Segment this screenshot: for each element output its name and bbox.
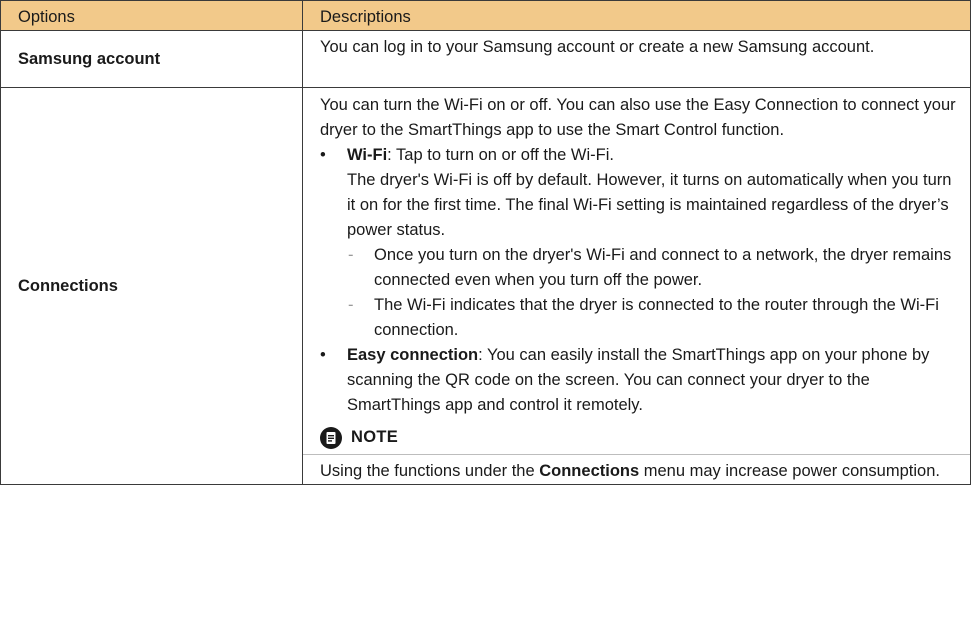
description-text: You can log in to your Samsung account o… xyxy=(320,38,875,56)
note-heading: NOTE xyxy=(320,425,956,450)
bullet-marker: • xyxy=(320,346,326,364)
dash-marker: - xyxy=(348,296,354,314)
option-samsung-account: Samsung account xyxy=(0,30,303,88)
note-text-before: Using the functions under the xyxy=(320,462,540,480)
note-text-after: menu may increase power consumption. xyxy=(639,462,940,480)
dash-marker: - xyxy=(348,246,354,264)
bullet-marker: • xyxy=(320,146,326,164)
settings-table: Options Descriptions Samsung account You… xyxy=(0,0,971,485)
bullet-text-wifi: : Tap to turn on or off the Wi-Fi. xyxy=(387,146,614,164)
description-connections: You can turn the Wi-Fi on or off. You ca… xyxy=(302,87,971,485)
description-samsung-account: You can log in to your Samsung account o… xyxy=(302,30,971,88)
note-title: NOTE xyxy=(351,428,399,446)
bullet-wifi: • Wi-Fi: Tap to turn on or off the Wi-Fi… xyxy=(320,143,956,243)
table-row: Samsung account You can log in to your S… xyxy=(0,30,971,88)
note-divider xyxy=(303,454,970,455)
sub-item-wifi-indicator: - The Wi-Fi indicates that the dryer is … xyxy=(320,293,956,343)
descriptions-header: Descriptions xyxy=(302,0,971,31)
sub-item-text: The Wi-Fi indicates that the dryer is co… xyxy=(374,296,939,339)
table-row: Connections You can turn the Wi-Fi on or… xyxy=(0,87,971,485)
note-term: Connections xyxy=(539,462,640,480)
option-connections: Connections xyxy=(0,87,303,485)
table-header-row: Options Descriptions xyxy=(0,0,971,31)
bullet-term-easy-connection: Easy connection xyxy=(347,346,479,364)
connections-intro: You can turn the Wi-Fi on or off. You ca… xyxy=(320,96,956,139)
sub-item-text: Once you turn on the dryer's Wi-Fi and c… xyxy=(374,246,952,289)
options-header: Options xyxy=(0,0,303,31)
bullet-easy-connection: • Easy connection: You can easily instal… xyxy=(320,343,956,418)
note-icon xyxy=(320,426,342,449)
bullet-extra-wifi: The dryer's Wi-Fi is off by default. How… xyxy=(347,171,952,239)
note-text: Using the functions under the Connection… xyxy=(320,459,956,484)
bullet-term-wifi: Wi-Fi xyxy=(347,146,388,164)
sub-item-wifi-connected: - Once you turn on the dryer's Wi-Fi and… xyxy=(320,243,956,293)
